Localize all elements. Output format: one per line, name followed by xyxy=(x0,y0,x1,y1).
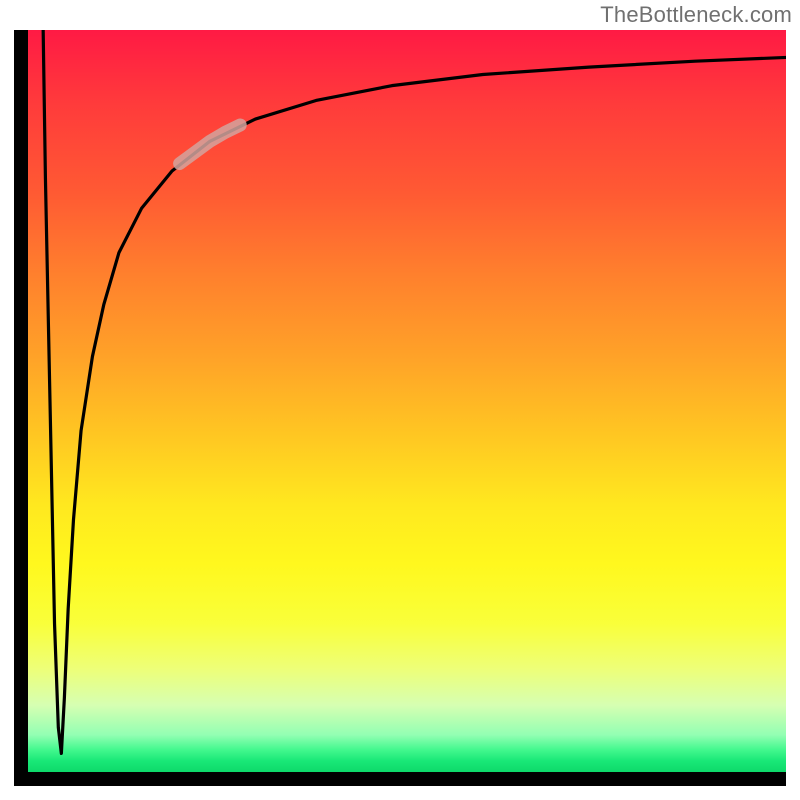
highlight-segment xyxy=(180,125,241,164)
bottleneck-curve xyxy=(43,30,786,753)
chart-container: TheBottleneck.com xyxy=(0,0,800,800)
watermark-text: TheBottleneck.com xyxy=(600,2,792,28)
curve-layer xyxy=(28,30,786,772)
plot-inner xyxy=(28,30,786,772)
plot-area xyxy=(14,30,786,786)
